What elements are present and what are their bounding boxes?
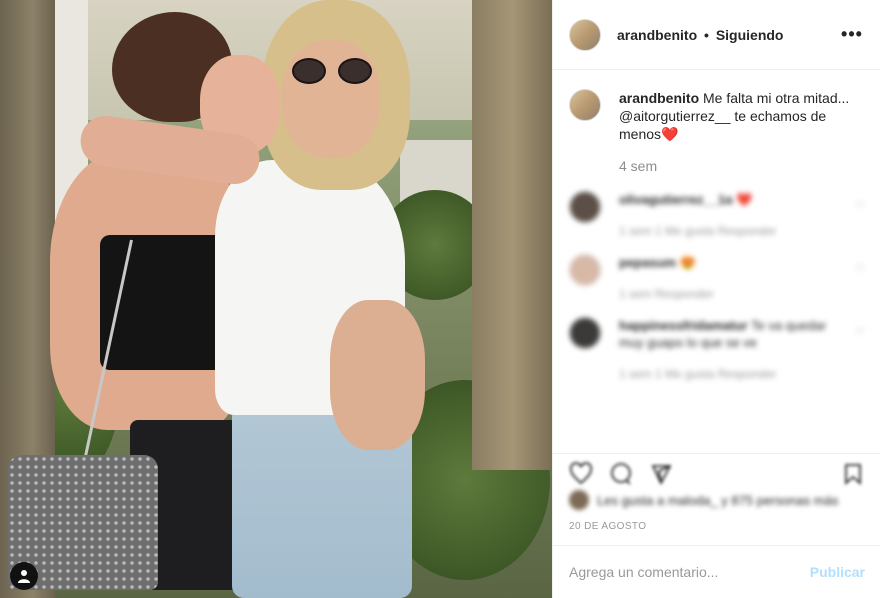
comment-username[interactable]: olivagutierrez__1a [619,192,732,207]
follow-status-button[interactable]: Siguiendo [716,27,784,43]
heart-icon[interactable]: ♡ [855,325,865,381]
heart-icon[interactable]: ♡ [855,262,865,301]
avatar [569,490,589,510]
comment-body: pepasum 😍 1 sem Responder [619,254,847,301]
photo-sunglasses [292,58,376,86]
header-username[interactable]: arandbenito [617,27,697,43]
separator: • [704,26,709,43]
caption-time[interactable]: 4 sem [619,157,859,175]
comment-text: ❤️ [736,192,753,207]
avatar[interactable] [569,89,601,121]
comment-meta: 1 sem 1 Me gusta Responder [619,367,777,381]
avatar[interactable] [569,254,601,286]
comment-meta: 1 sem Responder [619,287,714,301]
likes-text[interactable]: Les gusta a maloda_ y 875 personas más [597,493,838,508]
caption: arandbenito Me falta mi otra mitad... @a… [569,89,865,175]
publish-button[interactable]: Publicar [810,564,865,580]
caption-username[interactable]: arandbenito [619,90,699,106]
heart-icon[interactable]: ♡ [855,199,865,238]
comment-body: olivagutierrez__1a ❤️ 1 sem 1 Me gusta R… [619,191,847,238]
post-photo[interactable] [0,0,552,598]
avatar[interactable] [569,18,601,51]
comment-meta: 1 sem 1 Me gusta Responder [619,224,777,238]
photo-woman-arm [330,300,425,450]
share-icon[interactable] [649,462,673,486]
heart-icon[interactable] [569,461,593,486]
action-bar [553,453,880,493]
user-tag-button[interactable] [10,562,38,590]
post-sidebar: arandbenito • Siguiendo ••• arandbenito … [552,0,880,598]
photo-tree-right [472,0,552,470]
list-item: pepasum 😍 1 sem Responder ♡ [569,254,865,301]
comment-text: 😍 [679,255,696,270]
more-horizontal-icon[interactable]: ••• [840,23,864,47]
add-comment-bar: Publicar [553,545,880,598]
caption-text-block: arandbenito Me falta mi otra mitad... @a… [619,89,859,175]
comments-list: arandbenito Me falta mi otra mitad... @a… [553,71,880,453]
comment-input[interactable] [569,564,810,580]
comment-body: happinessfridamatur Te va quedar muy gua… [619,317,847,381]
likes-row[interactable]: Les gusta a maloda_ y 875 personas más [569,490,869,510]
list-item: happinessfridamatur Te va quedar muy gua… [569,317,865,381]
list-item: olivagutierrez__1a ❤️ 1 sem 1 Me gusta R… [569,191,865,238]
post-header: arandbenito • Siguiendo ••• [553,0,880,70]
bookmark-icon[interactable] [841,462,865,486]
avatar[interactable] [569,317,601,349]
post-date[interactable]: 20 DE AGOSTO [569,521,646,532]
header-names: arandbenito • Siguiendo [617,27,840,43]
avatar[interactable] [569,191,601,223]
comment-icon[interactable] [609,462,633,486]
user-icon [18,570,30,583]
caption-heart-emoji: ❤️ [661,126,679,142]
comment-username[interactable]: happinessfridamatur [619,318,748,333]
comment-username[interactable]: pepasum [619,255,676,270]
